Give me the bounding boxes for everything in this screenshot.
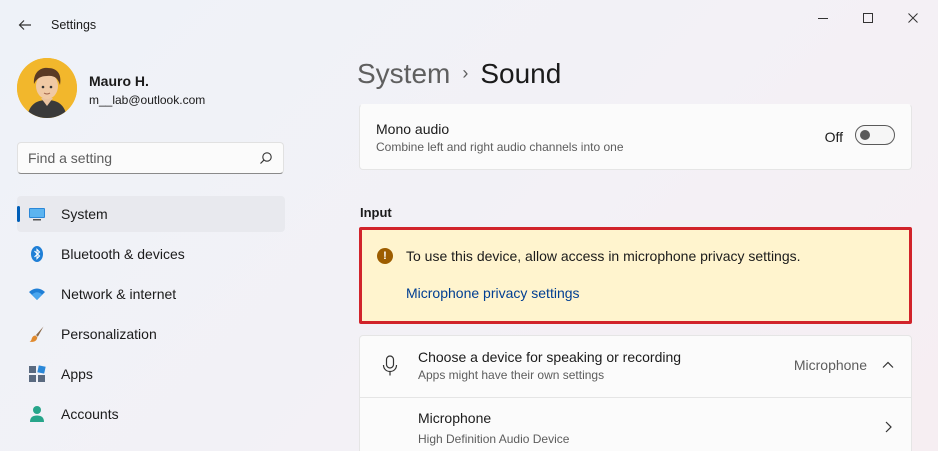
sidebar-item-label: System bbox=[61, 206, 108, 222]
chevron-right-icon bbox=[885, 421, 892, 433]
alert-message: To use this device, allow access in micr… bbox=[406, 248, 801, 264]
microphone-privacy-link[interactable]: Microphone privacy settings bbox=[406, 285, 580, 301]
search-icon[interactable] bbox=[259, 151, 273, 165]
user-name: Mauro H. bbox=[89, 73, 149, 89]
device-chooser-description: Apps might have their own settings bbox=[418, 368, 605, 382]
sidebar-item-label: Network & internet bbox=[61, 286, 177, 302]
mono-audio-description: Combine left and right audio channels in… bbox=[376, 140, 624, 154]
sidebar-item-label: Bluetooth & devices bbox=[61, 246, 185, 262]
page-title: Sound bbox=[480, 58, 562, 89]
sidebar-item-bluetooth[interactable]: Bluetooth & devices bbox=[17, 236, 285, 272]
close-button[interactable] bbox=[893, 8, 933, 28]
search-box bbox=[17, 142, 284, 174]
minimize-icon bbox=[818, 18, 828, 19]
back-button[interactable] bbox=[12, 12, 38, 38]
sidebar-item-label: Accounts bbox=[61, 406, 119, 422]
breadcrumb-parent[interactable]: System bbox=[357, 58, 450, 89]
avatar[interactable] bbox=[17, 58, 77, 118]
maximize-button[interactable] bbox=[848, 8, 888, 28]
sidebar-item-label: Personalization bbox=[61, 326, 157, 342]
avatar-image bbox=[17, 58, 77, 118]
sidebar-nav: System Bluetooth & devices Network & int… bbox=[17, 196, 285, 436]
device-name: Microphone bbox=[418, 410, 492, 426]
device-description: High Definition Audio Device bbox=[418, 432, 570, 446]
toggle-knob bbox=[860, 130, 870, 140]
sidebar-item-personalization[interactable]: Personalization bbox=[17, 316, 285, 352]
title-bar: Settings bbox=[0, 0, 938, 48]
sidebar-item-accounts[interactable]: Accounts bbox=[17, 396, 285, 432]
search-input[interactable] bbox=[28, 149, 248, 167]
breadcrumb-separator: › bbox=[462, 63, 469, 83]
bluetooth-icon bbox=[31, 246, 43, 262]
device-chooser-title: Choose a device for speaking or recordin… bbox=[418, 349, 682, 365]
sidebar-item-system[interactable]: System bbox=[17, 196, 285, 232]
warning-icon: ! bbox=[377, 248, 393, 264]
breadcrumb: System › Sound bbox=[357, 58, 561, 90]
selected-device-value: Microphone bbox=[793, 357, 867, 373]
user-email: m__lab@outlook.com bbox=[89, 93, 206, 107]
person-icon bbox=[30, 406, 44, 422]
maximize-icon bbox=[863, 13, 873, 23]
close-icon bbox=[908, 13, 918, 23]
mono-audio-toggle[interactable] bbox=[855, 125, 895, 145]
sidebar-item-label: Apps bbox=[61, 366, 93, 382]
chevron-up-icon[interactable] bbox=[881, 358, 895, 372]
device-row-microphone[interactable]: Microphone High Definition Audio Device bbox=[360, 398, 911, 451]
brush-icon bbox=[29, 326, 44, 342]
input-device-card: Choose a device for speaking or recordin… bbox=[359, 335, 912, 451]
app-title: Settings bbox=[51, 18, 97, 32]
microphone-icon bbox=[382, 355, 398, 376]
system-display-icon bbox=[29, 208, 45, 221]
mono-audio-title: Mono audio bbox=[376, 121, 450, 137]
input-section-label: Input bbox=[360, 205, 392, 220]
device-chooser-row[interactable]: Choose a device for speaking or recordin… bbox=[360, 336, 911, 397]
apps-icon bbox=[29, 365, 46, 382]
privacy-alert: ! To use this device, allow access in mi… bbox=[359, 227, 912, 324]
mono-audio-card: Mono audio Combine left and right audio … bbox=[359, 104, 912, 170]
minimize-button[interactable] bbox=[803, 8, 843, 28]
sidebar-item-apps[interactable]: Apps bbox=[17, 356, 285, 392]
sidebar-item-network[interactable]: Network & internet bbox=[17, 276, 285, 312]
back-arrow-icon bbox=[18, 20, 31, 30]
toggle-state-label: Off bbox=[824, 129, 843, 145]
wifi-icon bbox=[29, 288, 45, 300]
selection-indicator bbox=[17, 206, 20, 222]
